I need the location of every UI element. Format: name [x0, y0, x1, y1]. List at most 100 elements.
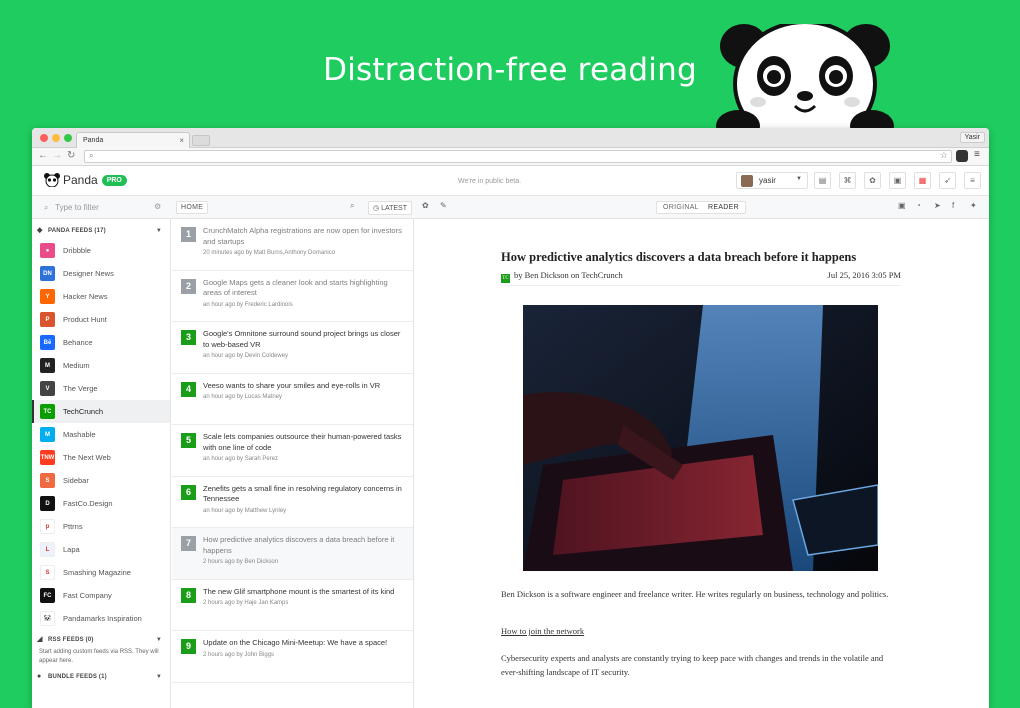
bundle-feeds-label: BUNDLE FEEDS (1) [48, 674, 107, 680]
feed-label: The Next Web [63, 453, 111, 462]
item-meta: an hour ago by Frederic Lardinois [203, 301, 293, 308]
rss-note: Start adding custom feeds via RSS. They … [39, 649, 159, 664]
list-item[interactable]: 9 Update on the Chicago Mini-Meetup: We h… [172, 631, 413, 683]
list-search-icon[interactable]: ⌕ [350, 201, 354, 211]
feed-logo-icon: 🐼 [40, 611, 55, 626]
user-dropdown[interactable]: yasir ▼ [736, 172, 808, 189]
feed-logo-icon: ● [40, 243, 55, 258]
pin-icon[interactable]: ✎ [440, 201, 447, 210]
item-meta: 2 hours ago by John Biggs [203, 651, 275, 658]
apps-grid-icon[interactable]: ▦ [914, 172, 931, 189]
bookmark-star-icon[interactable]: ☆ [940, 150, 948, 161]
item-number-badge: 3 [181, 330, 196, 345]
original-view-button[interactable]: ORIGINAL [656, 201, 706, 214]
feed-label: Pttrns [63, 522, 83, 531]
panda-extension-icon[interactable] [956, 150, 968, 162]
browser-tab[interactable]: Panda × [76, 132, 190, 148]
sidebar-item-pttrns[interactable]: p Pttrns [32, 515, 170, 538]
send-icon[interactable]: ➤ [934, 201, 941, 210]
list-item[interactable]: 5 Scale lets companies outsource their hu… [172, 425, 413, 477]
sidebar-item-product-hunt[interactable]: P Product Hunt [32, 308, 170, 331]
new-tab-button[interactable] [192, 135, 210, 146]
sidebar-item-sidebar[interactable]: S Sidebar [32, 469, 170, 492]
briefcase-icon[interactable]: ▣ [889, 172, 906, 189]
search-icon: ⌕ [44, 203, 49, 212]
close-window-button[interactable] [40, 134, 48, 142]
list-item[interactable]: 3 Google's Omnitone surround sound projec… [172, 322, 413, 374]
sidebar-item-fast-company[interactable]: FC Fast Company [32, 584, 170, 607]
address-bar[interactable]: ⌕ ☆ [84, 150, 952, 163]
chevron-down-icon: ▼ [796, 176, 802, 182]
article-link[interactable]: How to join the network [501, 624, 891, 638]
sidebar-item-lapa[interactable]: L Lapa [32, 538, 170, 561]
feed-label: Behance [63, 338, 93, 347]
feed-label: Dribbble [63, 246, 91, 255]
list-item[interactable]: 1 CrunchMatch Alpha registrations are now… [172, 219, 413, 271]
feed-label: Lapa [63, 545, 80, 554]
rss-feeds-header[interactable]: ◢ RSS FEEDS (0) ▼ [32, 632, 170, 648]
sidebar-item-the-next-web[interactable]: TNW The Next Web [32, 446, 170, 469]
app-logo[interactable]: Panda PRO [44, 173, 127, 187]
command-icon[interactable]: ⌘ [839, 172, 856, 189]
feed-label: Fast Company [63, 591, 112, 600]
close-tab-icon[interactable]: × [179, 136, 184, 145]
gear-icon[interactable]: ⚙ [154, 202, 161, 211]
list-item[interactable]: 4 Veeso wants to share your smiles and ey… [172, 374, 413, 425]
sidebar-item-mashable[interactable]: M Mashable [32, 423, 170, 446]
sidebar-item-techcrunch[interactable]: TC TechCrunch [32, 400, 170, 423]
clock-icon: ◷ [373, 205, 380, 212]
list-item[interactable]: 7 How predictive analytics discovers a da… [172, 528, 413, 580]
sidebar-item-pandamarks-inspiration[interactable]: 🐼 Pandamarks Inspiration [32, 607, 170, 630]
article-date: Jul 25, 2016 3:05 PM [827, 270, 901, 280]
browser-menu-icon[interactable]: ≡ [974, 149, 980, 160]
filter-input[interactable]: ⌕ Type to filter [44, 203, 99, 213]
profile-button[interactable]: Yasir [959, 132, 985, 143]
latest-button[interactable]: ◷ LATEST [368, 201, 412, 215]
paw-icon[interactable]: ✿ [864, 172, 881, 189]
chevron-down-icon: ▼ [155, 674, 162, 680]
reload-icon[interactable]: ↻ [67, 150, 75, 161]
zoom-window-button[interactable] [64, 134, 72, 142]
list-item[interactable]: 2 Google Maps gets a cleaner look and sta… [172, 271, 413, 322]
facebook-icon[interactable]: f [952, 201, 954, 210]
paw-icon[interactable]: ✿ [422, 201, 429, 210]
sidebar-item-behance[interactable]: Bē Behance [32, 331, 170, 354]
panda-feeds-header[interactable]: ◆ PANDA FEEDS (17) ▼ [32, 223, 170, 239]
pocket-icon[interactable]: ◔ [916, 201, 921, 210]
app-name: Panda [63, 173, 98, 187]
techcrunch-icon: TC [501, 274, 510, 283]
bookmark-icon[interactable]: ▣ [898, 201, 906, 210]
item-title: How predictive analytics discovers a dat… [203, 535, 395, 555]
pro-badge: PRO [101, 174, 127, 186]
article-paragraph-1: Ben Dickson is a software engineer and f… [501, 589, 889, 599]
sidebar: ◆ PANDA FEEDS (17) ▼ ● Dribbble DN Designer… [32, 219, 171, 708]
list-item[interactable]: 8 The new Glif smartphone mount is the sm… [172, 580, 413, 631]
bundle-feeds-header[interactable]: ● BUNDLE FEEDS (1) ▼ [32, 669, 170, 685]
item-title: The new Glif smartphone mount is the sma… [203, 586, 395, 596]
sidebar-item-hacker-news[interactable]: Y Hacker News [32, 285, 170, 308]
home-button[interactable]: HOME [176, 201, 209, 214]
feed-logo-icon: DN [40, 266, 55, 281]
item-title: Zenefits gets a small fine in resolving … [203, 483, 402, 504]
item-title: Veeso wants to share your smiles and eye… [203, 380, 381, 390]
list-item[interactable]: 6 Zenefits gets a small fine in resolving… [172, 477, 413, 528]
twitter-icon[interactable]: ✦ [970, 201, 977, 210]
shield-icon: ◆ [37, 227, 43, 234]
sidebar-item-designer-news[interactable]: DN Designer News [32, 262, 170, 285]
feed-label: Product Hunt [63, 315, 107, 324]
rocket-icon[interactable]: ➶ [939, 172, 956, 189]
feed-label: Medium [63, 361, 90, 370]
feed-label: Smashing Magazine [63, 568, 131, 577]
address-toolbar: ← → ↻ ⌕ ☆ ≡ [32, 148, 989, 166]
back-icon[interactable]: ← [38, 150, 48, 161]
sidebar-item-the-verge[interactable]: V The Verge [32, 377, 170, 400]
minimize-window-button[interactable] [52, 134, 60, 142]
forward-icon[interactable]: → [52, 150, 62, 161]
hamburger-menu-icon[interactable]: ≡ [964, 172, 981, 189]
sidebar-item-smashing-magazine[interactable]: S Smashing Magazine [32, 561, 170, 584]
sidebar-item-medium[interactable]: M Medium [32, 354, 170, 377]
layout-icon[interactable]: ▤ [814, 172, 831, 189]
sidebar-item-dribbble[interactable]: ● Dribbble [32, 239, 170, 262]
reader-view-button[interactable]: READER [702, 201, 746, 214]
sidebar-item-fastco-design[interactable]: D FastCo.Design [32, 492, 170, 515]
